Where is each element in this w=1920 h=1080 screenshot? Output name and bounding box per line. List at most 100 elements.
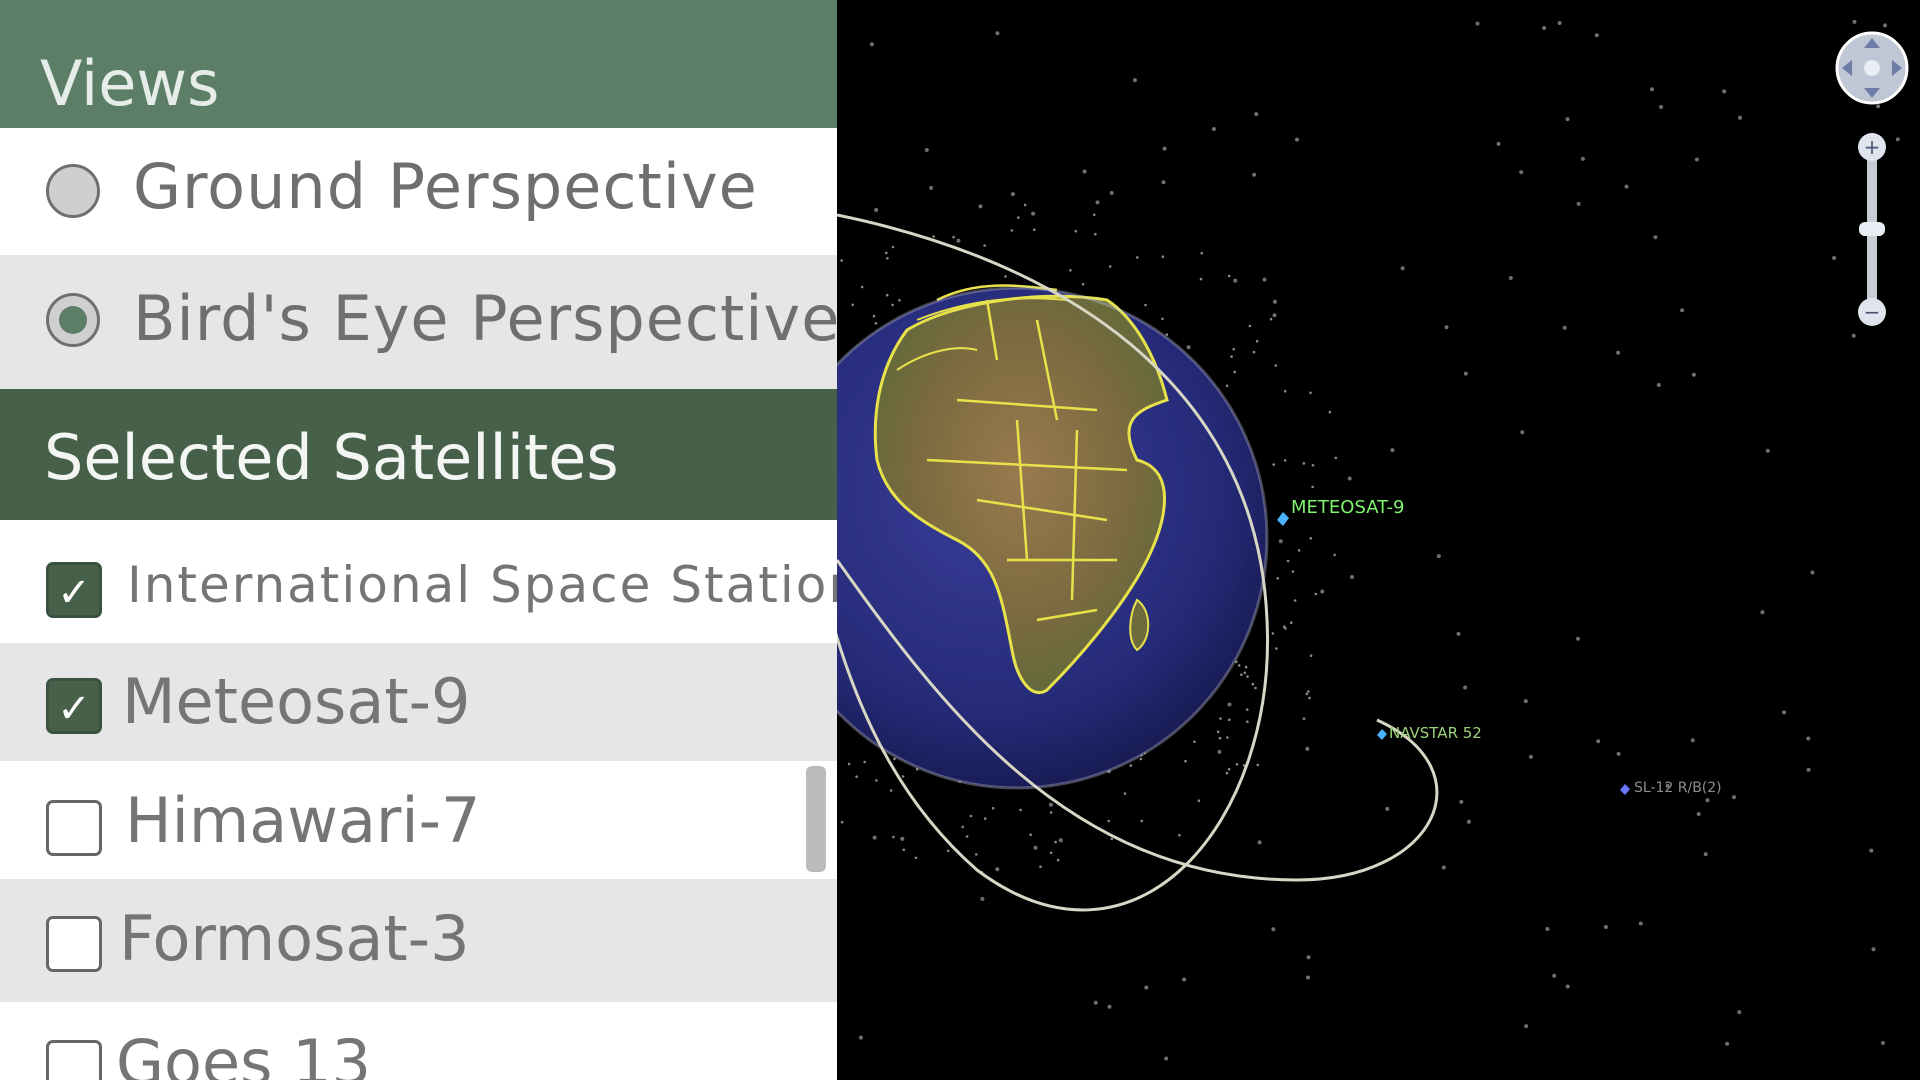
debris-dot — [1094, 232, 1097, 236]
debris-dot — [1275, 647, 1278, 650]
satellite-label: International Space Station — [127, 556, 837, 614]
debris-dot — [1328, 410, 1332, 414]
debris-dot — [1603, 925, 1608, 929]
debris-dot — [1161, 317, 1164, 321]
debris-dot — [1132, 78, 1137, 83]
checkbox-meteosat-9[interactable]: ✓ — [46, 678, 102, 734]
debris-dot — [1109, 191, 1114, 195]
debris-dot — [956, 238, 961, 243]
debris-dot — [1199, 277, 1203, 281]
debris-dot — [1049, 851, 1053, 855]
radio-birds-eye-selected-icon[interactable] — [46, 293, 100, 347]
debris-dot — [1302, 717, 1306, 720]
debris-dot — [1650, 87, 1654, 92]
debris-dot — [1010, 192, 1015, 197]
debris-dot — [1852, 19, 1857, 24]
debris-dot — [902, 848, 906, 852]
debris-dot — [1276, 577, 1280, 580]
view-option-ground[interactable]: Ground Perspective — [0, 128, 837, 255]
debris-dot — [1444, 325, 1449, 330]
debris-dot — [1722, 89, 1727, 94]
debris-dot — [1320, 589, 1325, 594]
debris-dot — [946, 849, 950, 853]
debris-dot — [1095, 200, 1100, 205]
debris-dot — [924, 148, 929, 152]
debris-dot — [847, 762, 851, 766]
debris-dot — [1246, 675, 1249, 678]
debris-dot — [858, 1035, 863, 1040]
debris-dot — [1164, 1056, 1169, 1061]
debris-dot — [1252, 350, 1256, 354]
debris-dot — [1256, 763, 1260, 767]
svg-text:−: − — [1864, 300, 1881, 324]
views-header: Views — [0, 0, 837, 128]
debris-dot — [1616, 350, 1621, 355]
debris-dot — [1528, 754, 1533, 759]
radio-ground-unselected-icon[interactable] — [46, 164, 100, 218]
debris-dot — [1810, 570, 1815, 575]
debris-dot — [1184, 759, 1187, 763]
sidebar-scrollbar[interactable] — [806, 766, 826, 872]
debris-dot — [1217, 749, 1222, 754]
checkbox-iss[interactable]: ✓ — [46, 562, 102, 618]
debris-dot — [1334, 456, 1338, 460]
checkbox-himawari-7[interactable] — [46, 800, 102, 856]
debris-dot — [1832, 256, 1837, 260]
debris-dot — [1082, 169, 1087, 174]
debris-dot — [1257, 840, 1262, 845]
debris-dot — [1232, 347, 1235, 351]
debris-dot — [1290, 621, 1293, 624]
debris-dot — [1385, 806, 1390, 811]
debris-dot — [929, 185, 934, 190]
view-option-birds-eye[interactable]: Bird's Eye Perspective — [0, 255, 837, 389]
debris-dot — [1019, 808, 1022, 812]
debris-dot — [1225, 384, 1229, 388]
compass-pan-icon[interactable] — [1835, 31, 1909, 105]
debris-dot — [980, 896, 985, 901]
debris-dot — [1496, 141, 1501, 146]
debris-dot — [1876, 104, 1881, 109]
debris-dot — [995, 31, 1000, 36]
satellite-item-formosat-3[interactable]: Formosat-3 — [0, 879, 837, 1002]
globe-3d-view[interactable]: METEOSAT-9 NAVSTAR 52 SL-12 R/B(2) + − — [837, 0, 1920, 1080]
debris-dot — [1436, 554, 1441, 559]
debris-dot — [1255, 339, 1259, 343]
satellite-marker-navstar-52[interactable]: NAVSTAR 52 — [1377, 724, 1482, 742]
satellite-item-goes-13[interactable]: Goes 13 — [0, 1002, 837, 1080]
satellite-item-iss[interactable]: ✓ International Space Station — [0, 520, 837, 638]
debris-dot — [983, 817, 987, 820]
debris-dot — [1200, 251, 1204, 255]
checkbox-formosat-3[interactable] — [46, 916, 102, 972]
debris-dot — [1272, 313, 1277, 318]
debris-dot — [1552, 973, 1557, 978]
debris-dot — [1306, 955, 1311, 960]
debris-dot — [1245, 708, 1249, 711]
debris-dot — [1883, 23, 1887, 28]
debris-dot — [1851, 333, 1856, 338]
debris-dot — [898, 299, 901, 302]
debris-dot — [1297, 549, 1301, 552]
satellite-label: Goes 13 — [116, 1026, 372, 1080]
debris-dot — [1081, 282, 1085, 286]
debris-dot — [1309, 654, 1313, 657]
debris-dot — [1306, 975, 1310, 980]
debris-dot — [1254, 112, 1259, 117]
debris-dot — [1765, 448, 1770, 453]
debris-dot — [978, 204, 983, 209]
debris-dot — [840, 820, 844, 824]
debris-dot — [1307, 690, 1310, 693]
debris-dot — [983, 244, 986, 247]
meteosat-9-map-label: METEOSAT-9 — [1291, 497, 1404, 518]
debris-dot — [1286, 559, 1290, 563]
debris-dot — [1333, 553, 1336, 557]
checkbox-goes-13[interactable] — [46, 1040, 102, 1080]
debris-dot — [975, 853, 978, 856]
debris-dot — [872, 835, 877, 840]
debris-dot — [1240, 673, 1243, 676]
satellite-item-himawari-7[interactable]: Himawari-7 — [0, 761, 837, 879]
satellite-item-meteosat-9[interactable]: ✓ Meteosat-9 — [0, 643, 837, 761]
debris-dot — [1211, 127, 1216, 131]
satellite-marker-sl-12[interactable]: SL-12 R/B(2) — [1620, 780, 1722, 796]
debris-dot — [1272, 463, 1275, 466]
debris-dot — [1093, 1000, 1098, 1005]
